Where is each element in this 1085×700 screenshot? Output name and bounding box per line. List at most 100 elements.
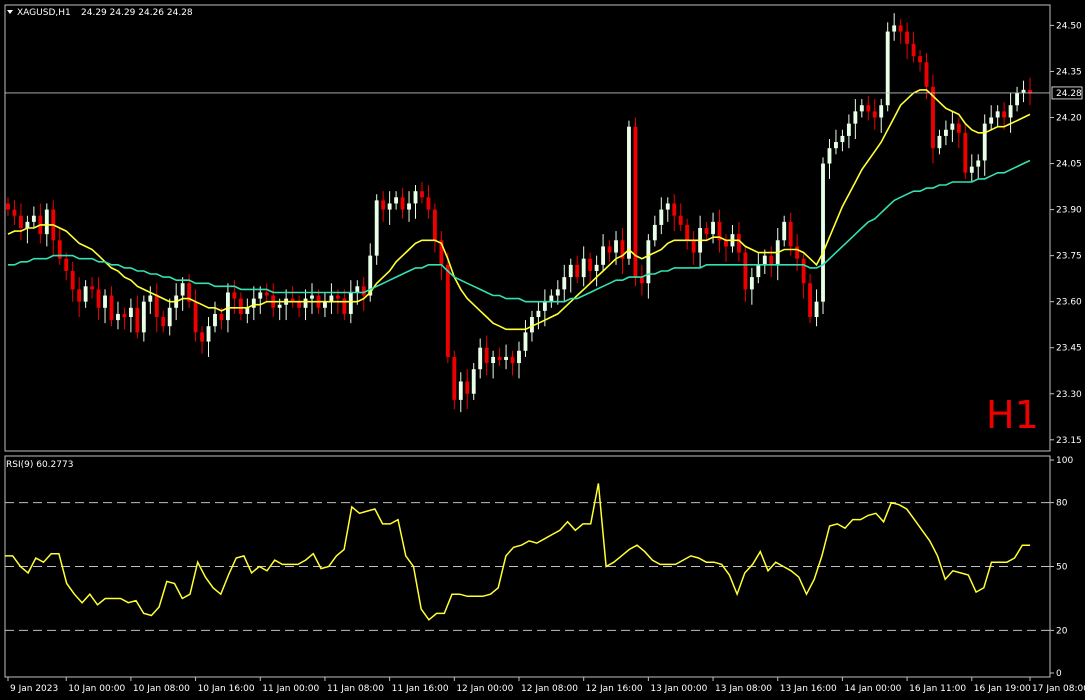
candle-body [44,209,49,235]
candle-body [394,197,399,204]
candle-body [1008,105,1013,118]
candle-body [77,289,82,302]
candle-body [452,356,457,400]
rsi-tick-label: 100 [1056,456,1073,466]
candle-body [872,111,877,118]
candle-body [937,135,942,149]
candle-body [70,270,75,290]
candle-body [31,215,36,222]
y-tick-label: 24.20 [1056,114,1082,124]
x-tick-label: 13 Jan 16:00 [780,684,837,694]
y-tick-label: 24.50 [1056,21,1082,31]
candle [633,117,638,287]
candle-body [232,292,237,299]
candle-body [963,132,968,173]
x-tick-label: 14 Jan 00:00 [844,684,901,694]
candle-body [724,240,728,247]
candle-body [64,258,69,271]
x-tick-label: 11 Jan 16:00 [392,684,449,694]
candle-body [879,105,884,118]
candle-body [639,277,644,284]
candle-body [652,224,657,241]
candle-body [517,350,521,364]
candle-body [445,264,450,357]
candle-body [853,111,858,124]
candle-body [1028,89,1032,93]
candle [374,194,379,265]
candle-body [1021,89,1026,93]
candle-body [756,264,761,278]
candle-body [627,126,631,259]
candle-body [885,31,890,106]
y-tick-label: 23.45 [1056,344,1082,354]
candle-body [943,129,948,136]
current-price-label: 24.28 [1056,89,1082,99]
candle-body [808,283,813,318]
y-tick-label: 23.30 [1056,390,1082,400]
x-tick-label: 16 Jan 11:00 [909,684,966,694]
candle-body [918,56,922,63]
candle-body [25,221,30,228]
candle-body [672,203,677,216]
candle-body [148,295,153,302]
rsi-tick-label: 20 [1056,626,1068,636]
candle-body [135,307,140,333]
candle-body [898,25,903,32]
candle-body [995,111,1000,118]
candle-body [116,313,120,321]
candle-body [342,298,347,314]
candle-body [788,221,793,247]
candle-body [536,310,541,318]
x-tick-label: 12 Jan 00:00 [456,684,513,694]
candle-body [704,228,709,235]
timeframe-label: H1 [986,393,1039,437]
candle-body [614,240,618,253]
candle-body [956,123,961,133]
candle-body [323,301,327,308]
candle-body [264,292,269,296]
candle-body [691,240,696,253]
candle-body [814,301,819,318]
candle-body [859,105,864,112]
candle-body [588,258,593,271]
candle-body [834,142,838,149]
candle-body [1002,111,1007,118]
candle-body [355,286,360,293]
candle-body [420,191,424,198]
candle-body [1015,92,1019,106]
candle [627,120,631,265]
candle-body [542,301,547,311]
candle-body [678,215,683,225]
y-tick-label: 23.90 [1056,206,1082,216]
candle-body [374,200,379,256]
candle-body [568,264,573,278]
candle-body [141,301,146,333]
candle-body [200,332,204,342]
candle-body [277,304,282,308]
rsi-tick-label: 0 [1056,669,1062,679]
candle-body [167,307,172,327]
candle-body [413,191,418,204]
candle-body [407,203,411,210]
candle-body [510,356,515,364]
candle-body [549,295,554,302]
candle-body [251,298,256,308]
candle-body [297,301,302,308]
x-tick-label: 16 Jan 19:00 [974,684,1031,694]
candle-body [762,255,767,265]
candle-body [866,105,871,112]
x-tick-label: 10 Jan 00:00 [68,684,125,694]
candle-body [109,295,114,321]
x-tick-label: 11 Jan 08:00 [327,684,384,694]
candle-body [821,163,825,302]
y-tick-label: 23.15 [1056,436,1082,446]
candle-body [103,295,107,308]
candle-body [400,197,405,210]
x-tick-label: 9 Jan 2023 [10,684,58,694]
candle-body [193,301,198,333]
candle-body [484,347,489,364]
candle-body [180,283,185,296]
y-tick-label: 23.75 [1056,252,1082,262]
candle-body [969,166,974,173]
candle [821,157,825,314]
